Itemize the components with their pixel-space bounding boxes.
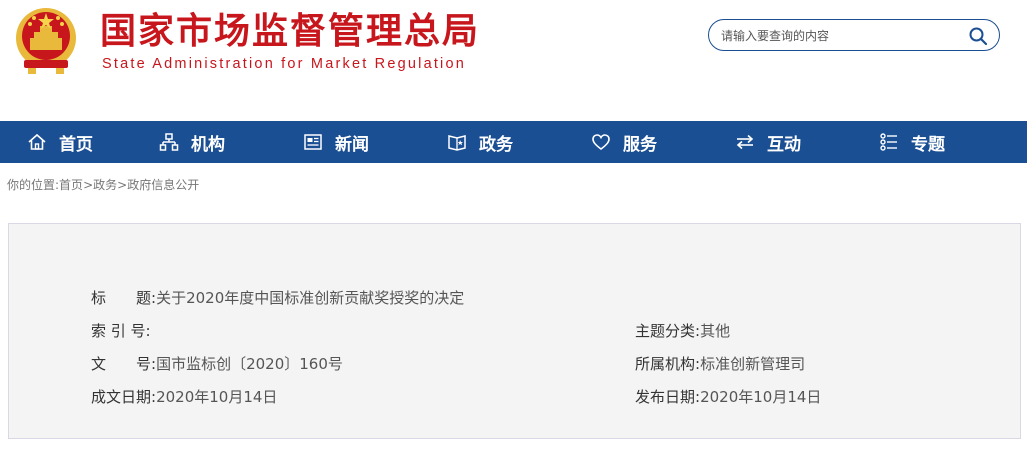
pubdate-label: 发布日期:	[635, 388, 701, 406]
nav-item-home[interactable]: 首页	[0, 121, 120, 163]
nav-item-services[interactable]: 服务	[552, 121, 696, 163]
pubdate-value: 2020年10月14日	[700, 388, 822, 406]
info-row-pubdate: 发布日期:2020年10月14日	[635, 387, 821, 407]
site-header: 国家市场监督管理总局 State Administration for Mark…	[0, 0, 1027, 121]
breadcrumb-government-affairs[interactable]: 政务	[93, 178, 117, 192]
date-label: 成文日期:	[91, 388, 157, 406]
national-emblem-icon[interactable]	[10, 4, 82, 76]
news-icon	[304, 134, 322, 150]
info-row-date: 成文日期:2020年10月14日	[91, 387, 277, 407]
breadcrumb-info-disclosure[interactable]: 政府信息公开	[127, 178, 199, 192]
info-row-docno: 文 号:国市监标创〔2020〕160号	[91, 354, 343, 374]
date-value: 2020年10月14日	[156, 388, 278, 406]
breadcrumb-separator: >	[83, 178, 94, 192]
breadcrumb-home[interactable]: 首页	[59, 178, 83, 192]
breadcrumb-prefix: 你的位置:	[7, 178, 60, 192]
docno-value: 国市监标创〔2020〕160号	[156, 355, 343, 373]
nav-label: 首页	[59, 134, 93, 155]
nav-label: 服务	[623, 134, 657, 155]
site-title-en: State Administration for Market Regulati…	[102, 56, 467, 72]
nav-label: 政务	[479, 134, 513, 155]
nav-label: 机构	[191, 134, 225, 155]
heart-icon	[592, 134, 610, 151]
government-icon	[448, 135, 466, 151]
exchange-icon	[736, 134, 754, 150]
breadcrumb: 你的位置:首页>政务>政府信息公开	[7, 176, 199, 193]
nav-label: 专题	[911, 134, 945, 155]
info-row-index: 索 引 号:	[91, 321, 151, 341]
nav-item-topics[interactable]: 专题	[840, 121, 984, 163]
org-chart-icon	[159, 133, 179, 151]
info-row-org: 所属机构:标准创新管理司	[635, 354, 805, 374]
nav-label: 互动	[767, 134, 801, 155]
topics-icon	[880, 133, 897, 151]
site-title-cn[interactable]: 国家市场监督管理总局	[100, 10, 480, 54]
nav-label: 新闻	[335, 134, 369, 155]
topic-label: 主题分类:	[635, 322, 701, 340]
title-label: 标 题:	[91, 289, 157, 307]
docno-label: 文 号:	[91, 355, 157, 373]
search-icon[interactable]	[968, 26, 988, 46]
search-input[interactable]	[721, 26, 961, 46]
breadcrumb-separator: >	[117, 178, 128, 192]
home-icon	[28, 133, 46, 150]
org-value: 标准创新管理司	[700, 355, 806, 373]
search-box	[708, 19, 1000, 51]
nav-item-organization[interactable]: 机构	[120, 121, 264, 163]
main-nav: 首页 机构 新闻 政务 服务 互动 专题	[0, 121, 1027, 163]
info-row-title: 标 题:关于2020年度中国标准创新贡献奖授奖的决定	[91, 288, 464, 308]
info-row-topic: 主题分类:其他	[635, 321, 730, 341]
document-info-box: 标 题:关于2020年度中国标准创新贡献奖授奖的决定 索 引 号: 主题分类:其…	[8, 223, 1021, 439]
index-label: 索 引 号:	[91, 322, 151, 340]
nav-item-news[interactable]: 新闻	[264, 121, 408, 163]
org-label: 所属机构:	[635, 355, 701, 373]
nav-item-government-affairs[interactable]: 政务	[408, 121, 552, 163]
topic-value: 其他	[700, 322, 731, 340]
page: 国家市场监督管理总局 State Administration for Mark…	[0, 0, 1027, 450]
title-value: 关于2020年度中国标准创新贡献奖授奖的决定	[156, 289, 465, 307]
nav-item-interaction[interactable]: 互动	[696, 121, 840, 163]
